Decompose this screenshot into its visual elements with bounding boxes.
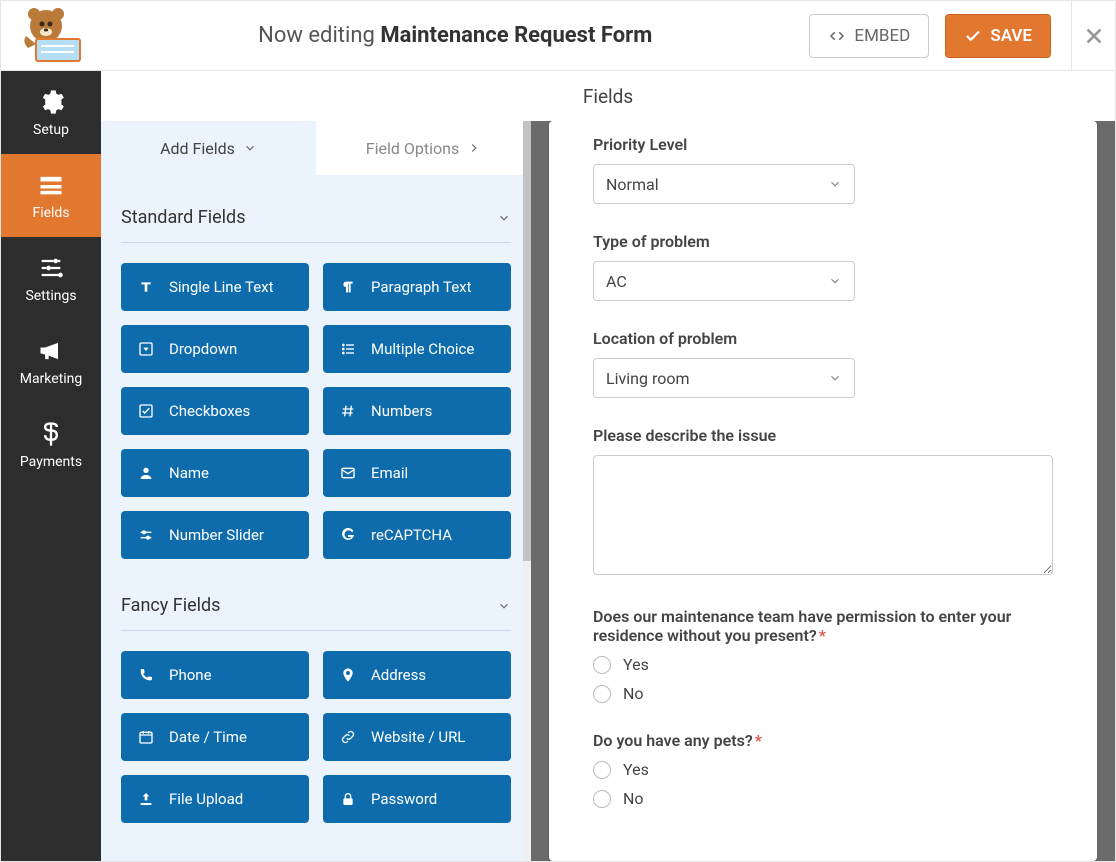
- nav-fields[interactable]: Fields: [1, 154, 101, 237]
- page-title: Now editing Maintenance Request Form: [101, 23, 809, 48]
- user-icon: [137, 464, 155, 482]
- pets-no[interactable]: No: [593, 789, 1053, 808]
- permission-no[interactable]: No: [593, 684, 1053, 703]
- field-address[interactable]: Address: [323, 651, 511, 699]
- paragraph-icon: [339, 278, 357, 296]
- hash-icon: [339, 402, 357, 420]
- field-multiple-choice[interactable]: Multiple Choice: [323, 325, 511, 373]
- calendar-icon: [137, 728, 155, 746]
- chevron-down-icon: [243, 141, 257, 155]
- section-fancy-fields[interactable]: Fancy Fields: [121, 581, 511, 631]
- field-priority-level[interactable]: Priority Level Normal: [593, 135, 1053, 204]
- field-dropdown[interactable]: Dropdown: [121, 325, 309, 373]
- phone-icon: [137, 666, 155, 684]
- chevron-down-icon: [497, 211, 511, 225]
- map-pin-icon: [339, 666, 357, 684]
- field-number-slider[interactable]: Number Slider: [121, 511, 309, 559]
- field-location-of-problem[interactable]: Location of problem Living room: [593, 329, 1053, 398]
- chevron-down-icon: [497, 599, 511, 613]
- location-select[interactable]: Living room: [593, 358, 855, 398]
- text-icon: [137, 278, 155, 296]
- bullhorn-icon: [37, 337, 65, 365]
- chevron-down-icon: [828, 274, 842, 288]
- chevron-down-icon: [828, 371, 842, 385]
- field-pets[interactable]: Do you have any pets?* Yes No: [593, 731, 1053, 808]
- caret-square-icon: [137, 340, 155, 358]
- field-checkboxes[interactable]: Checkboxes: [121, 387, 309, 435]
- check-icon: [964, 27, 982, 45]
- close-icon: [1083, 25, 1105, 47]
- field-password[interactable]: Password: [323, 775, 511, 823]
- close-button[interactable]: [1071, 1, 1115, 71]
- form-preview: Priority Level Normal Type of problem AC: [549, 121, 1097, 861]
- nav-payments[interactable]: Payments: [1, 403, 101, 486]
- sliders-icon: [37, 254, 65, 282]
- chevron-right-icon: [467, 141, 481, 155]
- tab-add-fields[interactable]: Add Fields: [101, 121, 316, 175]
- nav-settings[interactable]: Settings: [1, 237, 101, 320]
- permission-yes[interactable]: Yes: [593, 655, 1053, 674]
- gear-icon: [37, 88, 65, 116]
- field-date-time[interactable]: Date / Time: [121, 713, 309, 761]
- field-file-upload[interactable]: File Upload: [121, 775, 309, 823]
- field-paragraph-text[interactable]: Paragraph Text: [323, 263, 511, 311]
- list-icon: [339, 340, 357, 358]
- tab-field-options[interactable]: Field Options: [316, 121, 531, 175]
- subnav-title: Fields: [101, 71, 1115, 121]
- chevron-down-icon: [828, 177, 842, 191]
- fields-panel: Add Fields Field Options Standard Fields: [101, 121, 531, 861]
- lock-icon: [339, 790, 357, 808]
- save-button[interactable]: SAVE: [945, 14, 1051, 58]
- google-icon: [339, 526, 357, 544]
- form-icon: [37, 171, 65, 199]
- field-recaptcha[interactable]: reCAPTCHA: [323, 511, 511, 559]
- field-type-of-problem[interactable]: Type of problem AC: [593, 232, 1053, 301]
- nav-marketing[interactable]: Marketing: [1, 320, 101, 403]
- code-icon: [828, 27, 846, 45]
- field-single-line-text[interactable]: Single Line Text: [121, 263, 309, 311]
- field-describe-issue[interactable]: Please describe the issue: [593, 426, 1053, 579]
- field-phone[interactable]: Phone: [121, 651, 309, 699]
- embed-button[interactable]: EMBED: [809, 14, 929, 58]
- field-permission[interactable]: Does our maintenance team have permissio…: [593, 607, 1053, 703]
- describe-textarea[interactable]: [593, 455, 1053, 575]
- left-nav: Setup Fields Settings Marketing Payments: [1, 71, 101, 861]
- checkbox-icon: [137, 402, 155, 420]
- type-select[interactable]: AC: [593, 261, 855, 301]
- field-email[interactable]: Email: [323, 449, 511, 497]
- field-name[interactable]: Name: [121, 449, 309, 497]
- link-icon: [339, 728, 357, 746]
- nav-setup[interactable]: Setup: [1, 71, 101, 154]
- email-icon: [339, 464, 357, 482]
- field-website-url[interactable]: Website / URL: [323, 713, 511, 761]
- upload-icon: [137, 790, 155, 808]
- dollar-icon: [37, 420, 65, 448]
- slider-icon: [137, 526, 155, 544]
- section-standard-fields[interactable]: Standard Fields: [121, 193, 511, 243]
- priority-select[interactable]: Normal: [593, 164, 855, 204]
- pets-yes[interactable]: Yes: [593, 760, 1053, 779]
- field-numbers[interactable]: Numbers: [323, 387, 511, 435]
- app-logo[interactable]: [1, 1, 101, 71]
